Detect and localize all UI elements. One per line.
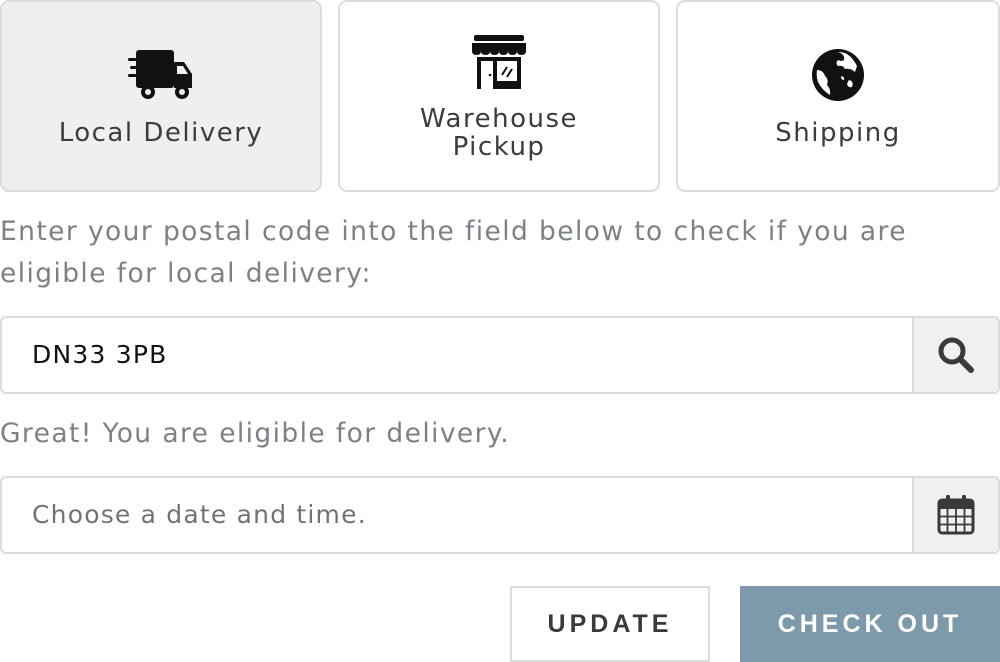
update-button[interactable]: UPDATE [510, 586, 710, 662]
option-label-line1: Warehouse [420, 104, 578, 134]
postal-code-instructions: Enter your postal code into the field be… [0, 216, 907, 289]
option-warehouse-pickup[interactable]: Warehouse Pickup [338, 0, 660, 192]
eligibility-status: Great! You are eligible for delivery. [0, 418, 511, 449]
calendar-icon [937, 495, 975, 535]
checkout-button[interactable]: CHECK OUT [740, 586, 1000, 662]
postal-code-field: DN33 3PB [0, 316, 1000, 394]
globe-icon [812, 49, 864, 101]
delivery-method-selector: Local Delivery Warehouse Pickup Shipping [0, 0, 1000, 192]
option-label-line2: Pickup [452, 132, 546, 162]
storefront-icon [472, 35, 526, 89]
date-picker-button[interactable] [912, 478, 998, 552]
truck-icon [128, 50, 192, 99]
delivery-date-field[interactable]: Choose a date and time. [0, 476, 1000, 554]
postal-code-search-button[interactable] [912, 318, 998, 392]
search-icon [938, 337, 974, 373]
option-label: Shipping [775, 118, 901, 148]
option-local-delivery[interactable]: Local Delivery [0, 0, 322, 192]
delivery-date-input[interactable]: Choose a date and time. [32, 478, 367, 552]
option-label: Local Delivery [58, 118, 264, 148]
postal-code-input[interactable]: DN33 3PB [32, 318, 167, 392]
option-shipping[interactable]: Shipping [676, 0, 1000, 192]
